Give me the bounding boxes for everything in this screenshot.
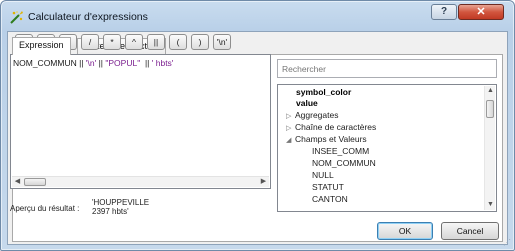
collapsed-arrow-icon[interactable]: ▷ [286, 112, 295, 120]
scroll-thumb[interactable] [486, 100, 494, 118]
tree-item-field[interactable]: STATUT [312, 182, 344, 192]
tree-item[interactable]: ▷ Aggregates [286, 110, 338, 120]
operator-button[interactable]: '\n' [213, 34, 231, 50]
scroll-left-icon[interactable]: ◀ [12, 177, 23, 187]
operator-button[interactable]: * [103, 34, 121, 50]
tree-item[interactable]: ◢ Champs et Valeurs [286, 134, 367, 144]
tree-item-label: STATUT [312, 182, 344, 192]
expression-token: || [140, 58, 152, 68]
tree-item-label: symbol_color [296, 87, 352, 97]
tree-item-label: INSEE_COMM [312, 146, 370, 156]
search-input[interactable] [277, 59, 497, 78]
expression-string-literal: "POPUL" [105, 58, 141, 68]
vertical-scrollbar[interactable]: ▲ ▼ [484, 86, 495, 210]
tree-item-field[interactable]: CANTON [312, 194, 348, 204]
ok-button[interactable]: OK [377, 222, 433, 240]
operator-button[interactable]: ) [191, 34, 209, 50]
preview-value: 'HOUPPEVILLE 2397 hbts' [92, 198, 150, 216]
close-button[interactable]: ✕ [458, 4, 504, 20]
tree-item[interactable]: ▷ Chaîne de caractères [286, 122, 376, 132]
expression-token: NOM_COMMUN || [13, 58, 86, 68]
scroll-up-icon[interactable]: ▲ [485, 86, 496, 96]
tree-item-field[interactable]: NOM_COMMUN [312, 158, 376, 168]
operator-button[interactable]: ( [169, 34, 187, 50]
help-button[interactable]: ? [431, 4, 457, 20]
cancel-button[interactable]: Cancel [441, 222, 499, 240]
operator-button[interactable]: || [147, 34, 165, 50]
horizontal-scrollbar[interactable]: ◀ ▶ [12, 176, 269, 187]
expression-token: || [96, 58, 106, 68]
expression-string-literal: '\n' [85, 58, 97, 68]
tree-item-label: NULL [312, 170, 334, 180]
preview-label: Aperçu du résultat : [10, 204, 80, 213]
tab-expression[interactable]: Expression [12, 37, 71, 55]
expression-editor[interactable]: NOM_COMMUN || '\n' || "POPUL" || ' hbts'… [10, 54, 271, 189]
expanded-arrow-icon[interactable]: ◢ [286, 136, 295, 144]
window-title: Calculateur d'expressions [28, 11, 148, 23]
operator-button[interactable]: ^ [125, 34, 143, 50]
tree-item[interactable]: symbol_color [296, 87, 351, 97]
collapsed-arrow-icon[interactable]: ▷ [286, 124, 295, 132]
tree-item-field[interactable]: NULL [312, 170, 334, 180]
scroll-right-icon[interactable]: ▶ [258, 177, 269, 187]
tree-item-label: value [296, 98, 318, 108]
expression-text: NOM_COMMUN || '\n' || "POPUL" || ' hbts' [13, 58, 173, 68]
expression-calculator-icon [10, 11, 23, 24]
tree-item-label: CANTON [312, 194, 348, 204]
tree-item-field[interactable]: INSEE_COMM [312, 146, 369, 156]
operator-button[interactable]: / [81, 34, 99, 50]
tree-item[interactable]: value [296, 98, 318, 108]
resize-grip-icon[interactable]: ⋰ [503, 238, 511, 247]
expression-dialog: Calculateur d'expressions ? ✕ Expression… [0, 0, 515, 251]
tree-item-label: Chaîne de caractères [295, 122, 377, 132]
function-tree[interactable]: ▲ ▼ symbol_color value ▷ Aggregates ▷ Chaîne … [277, 84, 497, 212]
scroll-thumb[interactable] [24, 178, 46, 186]
expression-string-literal: ' hbts' [151, 58, 174, 68]
scroll-down-icon[interactable]: ▼ [485, 200, 496, 210]
tree-item-label: Champs et Valeurs [295, 134, 367, 144]
tree-item-label: Aggregates [295, 110, 339, 120]
tree-item-label: NOM_COMMUN [312, 158, 376, 168]
